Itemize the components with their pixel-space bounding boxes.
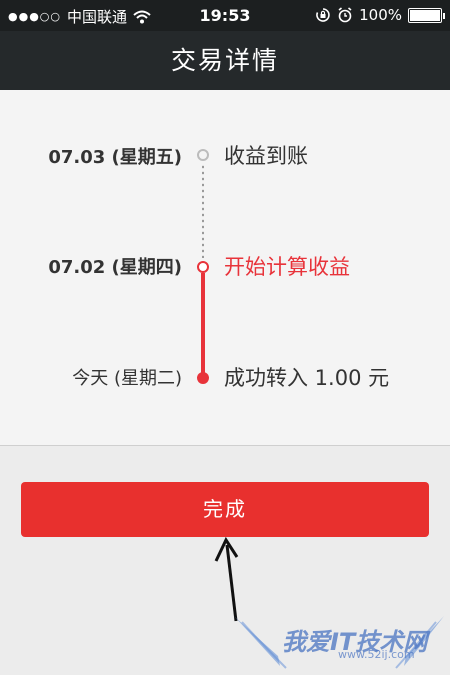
page-title: 交易详情 [170,46,279,75]
timeline-date-1: 07.03 (星期五) [48,147,182,168]
timeline-date-2: 07.02 (星期四) [48,257,182,278]
current-node-icon [197,261,209,273]
progress-connector [201,273,205,373]
nav-bar: 交易详情 [0,31,450,90]
timeline-event-2: 开始计算收益 [224,255,350,279]
pending-node-icon [197,149,209,161]
status-bar: ●●●○○ 中国联通 19:53 100% [0,0,450,31]
transaction-timeline: 07.03 (星期五) 07.02 (星期四) 今天 (星期二) 收益到账 开始… [0,90,450,446]
timeline-event-1: 收益到账 [224,144,308,168]
alarm-icon [338,7,352,23]
watermark-url: www.52ij.com [338,648,415,661]
battery-percent: 100% [359,6,402,24]
dotted-connector [202,164,204,258]
rotation-lock-icon [316,8,330,22]
timeline-event-3: 成功转入 1.00 元 [224,366,390,390]
timeline-date-3: 今天 (星期二) [72,368,182,389]
done-button[interactable]: 完成 [21,482,429,537]
battery-icon [408,7,445,23]
done-node-icon [197,372,209,384]
battery-fill [410,9,440,21]
watermark-logo: 我爱IT技术网 www.52ij.com [228,602,450,675]
status-right: 100% [315,6,445,24]
